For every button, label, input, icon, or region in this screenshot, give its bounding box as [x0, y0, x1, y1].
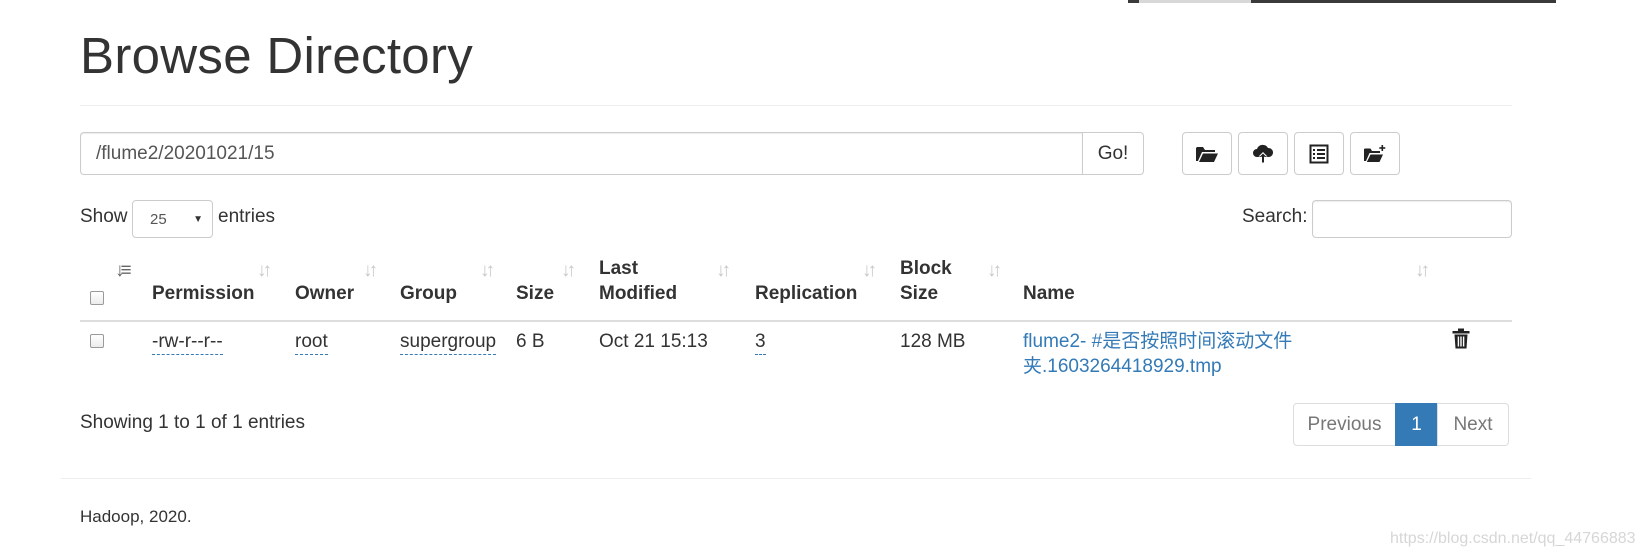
sort-icon[interactable]: ↓↑: [257, 260, 272, 282]
page-1-button[interactable]: 1: [1395, 403, 1438, 446]
permission-cell[interactable]: -rw-r--r--: [152, 329, 223, 355]
page-title: Browse Directory: [80, 27, 474, 84]
row-checkbox[interactable]: [90, 334, 104, 348]
column-header-block-size-line2[interactable]: Size: [900, 281, 938, 306]
sort-icon[interactable]: ↓↑: [363, 260, 378, 282]
sort-icon[interactable]: ↓↑: [561, 260, 576, 282]
owner-cell[interactable]: root: [295, 329, 328, 355]
file-name-link[interactable]: flume2- #是否按照时间滚动文件 夹.1603264418929.tmp: [1023, 329, 1323, 379]
sort-icon[interactable]: ↓↑: [1415, 260, 1430, 282]
search-label: Search:: [1242, 206, 1308, 227]
folder-plus-icon: [1364, 145, 1386, 162]
delete-button[interactable]: [1452, 328, 1470, 356]
table-header-divider: [80, 320, 1512, 322]
replication-cell[interactable]: 3: [755, 329, 766, 355]
sort-icon[interactable]: ↓↑: [716, 260, 731, 282]
go-button[interactable]: Go!: [1082, 132, 1144, 175]
watermark: https://blog.csdn.net/qq_44766883: [1390, 530, 1636, 547]
folder-open-icon: [1196, 146, 1218, 162]
title-divider: [80, 105, 1512, 106]
column-header-block-size-line1[interactable]: Block: [900, 256, 952, 281]
page-length-value: 25: [150, 211, 167, 228]
sort-icon[interactable]: ↓↑: [480, 260, 495, 282]
column-header-last-modified-line1[interactable]: Last: [599, 256, 638, 281]
external-window-edge-highlight: [1139, 0, 1251, 3]
column-header-last-modified-line2[interactable]: Modified: [599, 281, 677, 306]
previous-page-button[interactable]: Previous: [1293, 403, 1396, 446]
search-input[interactable]: [1312, 200, 1512, 238]
cloud-upload-icon: [1253, 144, 1274, 163]
view-list-button[interactable]: [1294, 132, 1344, 175]
upload-file-button[interactable]: [1238, 132, 1288, 175]
sort-icon[interactable]: ↓↑: [862, 260, 877, 282]
table-info: Showing 1 to 1 of 1 entries: [80, 412, 305, 433]
column-header-size[interactable]: Size: [516, 281, 554, 306]
page-length-select[interactable]: 25 ▼: [132, 200, 213, 238]
create-directory-button[interactable]: [1350, 132, 1400, 175]
last-modified-cell: Oct 21 15:13: [599, 331, 708, 352]
path-bar: Go!: [80, 132, 1144, 175]
file-toolbar: [1182, 132, 1400, 175]
column-header-permission[interactable]: Permission: [152, 281, 254, 306]
column-header-owner[interactable]: Owner: [295, 281, 354, 306]
trash-icon: [1452, 328, 1470, 349]
file-name-line2[interactable]: 夹.1603264418929.tmp: [1023, 356, 1222, 377]
directory-path-input[interactable]: [80, 132, 1082, 175]
entries-label: entries: [218, 206, 276, 227]
group-cell[interactable]: supergroup: [400, 329, 497, 355]
next-page-button[interactable]: Next: [1437, 403, 1509, 446]
column-header-group[interactable]: Group: [400, 281, 457, 306]
list-alt-icon: [1309, 144, 1329, 163]
column-header-replication[interactable]: Replication: [755, 281, 857, 306]
open-directory-button[interactable]: [1182, 132, 1232, 175]
caret-down-icon: ▼: [193, 214, 203, 225]
block-size-cell: 128 MB: [900, 331, 966, 352]
sort-icon[interactable]: ↓≡: [115, 260, 131, 282]
pagination: Previous 1 Next: [1293, 403, 1509, 446]
select-all-checkbox[interactable]: [90, 291, 104, 305]
column-header-name[interactable]: Name: [1023, 281, 1075, 306]
file-name-line1[interactable]: flume2- #是否按照时间滚动文件: [1023, 331, 1292, 352]
sort-icon[interactable]: ↓↑: [987, 260, 1002, 282]
show-label: Show: [80, 206, 128, 227]
size-cell: 6 B: [516, 331, 545, 352]
footer-text: Hadoop, 2020.: [80, 507, 192, 526]
footer-divider: [61, 478, 1531, 479]
